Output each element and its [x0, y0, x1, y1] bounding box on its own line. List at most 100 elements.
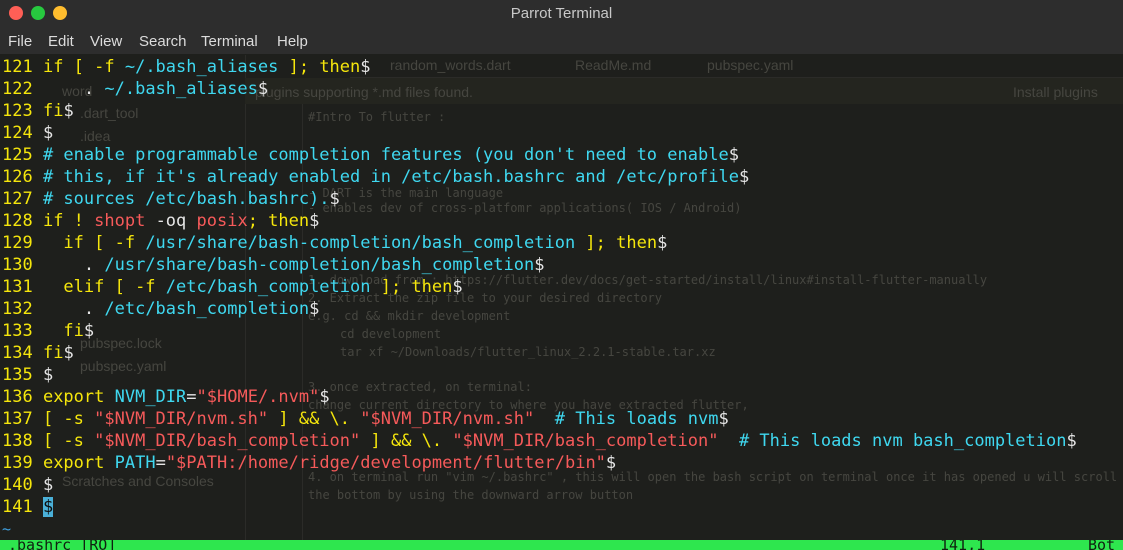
eol-marker: $: [605, 453, 617, 473]
line-number: 129: [2, 233, 43, 253]
terminal-line: 122 . ~/.bash_aliases$: [2, 78, 1122, 100]
code-token: [ -s: [42, 431, 95, 451]
terminal-line: 127 # sources /etc/bash.bashrc).$: [2, 188, 1122, 210]
empty-line-tilde: ~: [2, 520, 12, 538]
code-token: fi: [42, 343, 64, 363]
line-number: 123: [2, 101, 43, 121]
line-number: 131: [2, 277, 43, 297]
code-token: # sources /etc/bash.bashrc).: [42, 189, 330, 209]
line-number: 138: [2, 431, 43, 451]
status-filename: .bashrc [RO]: [8, 540, 117, 550]
terminal-line: 136 export NVM_DIR="$HOME/.nvm"$: [2, 386, 1122, 408]
code-token: "$NVM_DIR/bash_completion": [94, 431, 361, 451]
terminal-line: 140 $: [2, 474, 1122, 496]
code-token: .: [42, 79, 105, 99]
terminal-line: 132 . /etc/bash_completion$: [2, 298, 1122, 320]
menu-file[interactable]: File: [8, 33, 32, 50]
line-number: 133: [2, 321, 43, 341]
menu-bar: File Edit View Search Terminal Help: [0, 28, 1123, 54]
code-token: PATH: [114, 453, 156, 473]
code-token: NVM_DIR: [114, 387, 187, 407]
line-number: 135: [2, 365, 43, 385]
line-number: 122: [2, 79, 43, 99]
eol-marker: $: [329, 189, 340, 209]
code-token: if [ -f: [42, 233, 146, 253]
eol-marker: $: [534, 255, 545, 275]
eol-marker: $: [309, 211, 320, 231]
line-number: 136: [2, 387, 43, 407]
terminal-line: 131 elif [ -f /etc/bash_completion ]; th…: [2, 276, 1122, 298]
terminal-line: 135 $: [2, 364, 1122, 386]
vim-status-line: .bashrc [RO] 141,1 Bot: [0, 540, 1123, 550]
code-token: =: [155, 453, 166, 473]
terminal-line: 128 if ! shopt -oq posix; then$: [2, 210, 1122, 232]
code-token: [ -s: [42, 409, 95, 429]
terminal-line: 129 if [ -f /usr/share/bash-completion/b…: [2, 232, 1122, 254]
code-token: posix: [196, 211, 248, 231]
code-token: /usr/share/bash-completion/bash_completi…: [145, 233, 576, 253]
code-token: -oq: [145, 211, 197, 231]
menu-edit[interactable]: Edit: [48, 33, 74, 50]
terminal-line: 124 $: [2, 122, 1122, 144]
code-token: ~/.bash_aliases: [104, 79, 258, 99]
eol-marker: $: [42, 365, 54, 385]
code-token: # this, if it's already enabled in /etc/…: [42, 167, 739, 187]
code-token: /.nvm": [257, 387, 320, 407]
code-token: ]; then: [575, 233, 658, 253]
code-token: .: [42, 299, 105, 319]
code-token: fi: [42, 321, 84, 341]
menu-terminal[interactable]: Terminal: [201, 33, 258, 50]
eol-marker: $: [738, 167, 750, 187]
terminal-line: 137 [ -s "$NVM_DIR/nvm.sh" ] && \. "$NVM…: [2, 408, 1122, 430]
line-number: 125: [2, 145, 43, 165]
status-position: 141,1: [940, 540, 986, 550]
line-number: 126: [2, 167, 43, 187]
terminal-line: 141 $: [2, 496, 1122, 518]
code-token: shopt: [94, 211, 146, 231]
eol-marker: $: [718, 409, 729, 429]
eol-marker: $: [319, 387, 330, 407]
line-number: 127: [2, 189, 43, 209]
terminal-line: 138 [ -s "$NVM_DIR/bash_completion" ] &&…: [2, 430, 1122, 452]
terminal-buffer[interactable]: 121 if [ -f ~/.bash_aliases ]; then$ 122 …: [2, 56, 1122, 518]
code-token: export: [42, 387, 115, 407]
line-number: 140: [2, 475, 43, 495]
menu-view[interactable]: View: [90, 33, 122, 50]
code-token: =: [186, 387, 197, 407]
line-number: 132: [2, 299, 43, 319]
line-number: 134: [2, 343, 43, 363]
code-token: if !: [42, 211, 95, 231]
menu-search[interactable]: Search: [139, 33, 187, 50]
terminal-line: 123 fi$: [2, 100, 1122, 122]
code-token: ~/.bash_aliases: [124, 57, 279, 77]
cursor: $: [42, 497, 54, 517]
eol-marker: $: [1066, 431, 1077, 451]
code-token: ; then: [247, 211, 310, 231]
terminal-line: 134 fi$: [2, 342, 1122, 364]
code-token: # This loads nvm bash_completion: [718, 431, 1067, 451]
eol-marker: $: [728, 145, 739, 165]
code-token: "$NVM_DIR/nvm.sh": [360, 409, 535, 429]
code-token: ]; then: [370, 277, 453, 297]
line-number: 141: [2, 497, 43, 517]
code-token: fi: [42, 101, 64, 121]
eol-marker: $: [63, 343, 74, 363]
title-bar: Parrot Terminal: [0, 0, 1123, 28]
terminal-line: 133 fi$: [2, 320, 1122, 342]
code-token: # enable programmable completion feature…: [42, 145, 729, 165]
line-number: 139: [2, 453, 43, 473]
code-token: /etc/bash_completion: [104, 299, 310, 319]
code-token: # This loads nvm: [534, 409, 719, 429]
code-token: ]; then: [278, 57, 361, 77]
eol-marker: $: [657, 233, 668, 253]
terminal-line: 121 if [ -f ~/.bash_aliases ]; then$: [2, 56, 1122, 78]
code-token: "$HOME: [196, 387, 258, 407]
menu-help[interactable]: Help: [277, 33, 308, 50]
terminal-line: 139 export PATH="$PATH:/home/ridge/devel…: [2, 452, 1122, 474]
code-token: elif [ -f: [42, 277, 166, 297]
eol-marker: $: [309, 299, 320, 319]
code-token: "$PATH:/home/ridge/development/flutter/b…: [165, 453, 606, 473]
terminal-line: 126 # this, if it's already enabled in /…: [2, 166, 1122, 188]
line-number: 124: [2, 123, 43, 143]
code-token: "$NVM_DIR/bash_completion": [452, 431, 719, 451]
